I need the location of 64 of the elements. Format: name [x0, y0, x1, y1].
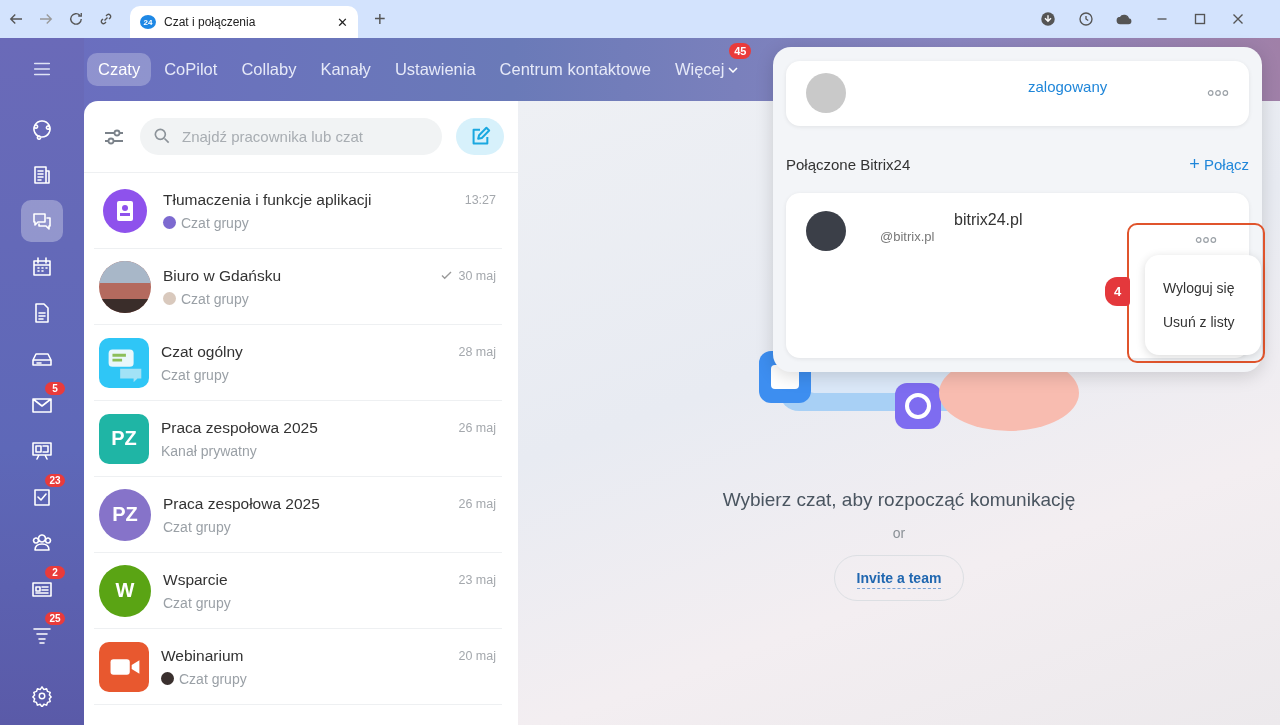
nav-tab[interactable]: Collaby [230, 53, 308, 86]
initials-avatar: W [99, 564, 151, 617]
browser-tab[interactable]: 24 Czat i połączenia ✕ [130, 6, 358, 38]
search-field[interactable]: Znajdź pracownika lub czat [140, 118, 442, 155]
nav-tab[interactable]: Kanały [309, 53, 382, 86]
chat-subtitle: Czat grupy [163, 594, 231, 611]
chat-subtitle: Czat grupy [161, 366, 229, 383]
chat-list-item[interactable]: Biuro w Gdańsku 30 maj Czat grupy [94, 249, 502, 325]
chat-date: 20 maj [458, 648, 497, 663]
separator-text: or [892, 525, 906, 541]
count-badge: 5 [45, 382, 65, 395]
chat-name: Biuro w Gdańsku [163, 266, 283, 285]
chat-date: 26 maj [458, 420, 497, 435]
chat-date: 26 maj [458, 496, 497, 511]
chat-name: Webinarium [161, 646, 245, 665]
avatar-placeholder [806, 210, 846, 251]
chat-list-item[interactable]: PZ Praca zespołowa 2025 26 maj Kanał prywatny [94, 401, 502, 477]
count-badge: 23 [45, 474, 65, 487]
count-badge: 2 [45, 566, 65, 579]
chat-name: Wsparcie [163, 570, 229, 589]
count-badge: 45 [729, 43, 752, 59]
search-icon [152, 126, 172, 146]
menu-item[interactable]: Usuń z listy [1163, 314, 1261, 330]
chat-subtitle: Czat grupy [179, 670, 247, 687]
portal-name: bitrix24.pl [954, 210, 1023, 229]
nav-tab[interactable]: CoPilot [153, 53, 229, 86]
chat-date: 30 maj [458, 268, 497, 283]
initials-avatar: PZ [99, 413, 149, 464]
chat-name: Tłumaczenia i funkcje aplikacji [163, 190, 373, 209]
close-tab-button[interactable]: ✕ [337, 14, 348, 30]
count-badge: 25 [45, 612, 65, 625]
chat-date: 28 maj [458, 344, 497, 359]
status-text: zalogowany [1028, 77, 1108, 95]
new-tab-button[interactable]: + [374, 7, 386, 31]
more-icon[interactable] [1195, 236, 1217, 244]
more-icon[interactable] [1207, 89, 1229, 98]
chat-subtitle: Czat grupy [181, 290, 249, 307]
chat-list-item[interactable]: Czat ogólny 28 maj Czat grupy [94, 325, 502, 401]
menu-item[interactable]: Wyloguj się [1163, 280, 1261, 296]
section-title: Połączone Bitrix24 [786, 155, 911, 173]
chat-subtitle: Czat grupy [163, 518, 231, 535]
tab-title: Czat i połączenia [164, 15, 257, 29]
chat-subtitle: Kanał prywatny [161, 442, 257, 459]
chat-list-item[interactable]: Webinarium 20 maj Czat grupy [94, 629, 502, 705]
initials-avatar: PZ [99, 488, 151, 541]
chat-list-item[interactable]: PZ Praca zespołowa 2025 26 maj Czat grupy [94, 477, 502, 553]
empty-state-message: Wybierz czat, aby rozpocząć komunikację [722, 489, 1076, 511]
chat-list-item[interactable]: Tłumaczenia i funkcje aplikacji 13:27 Czat grupy [94, 173, 502, 249]
avatar-placeholder [806, 73, 846, 114]
chat-date: 23 maj [458, 572, 497, 587]
chat-list-item[interactable]: W Wsparcie 23 maj Czat grupy [94, 553, 502, 629]
app-logo: 24 [140, 15, 156, 29]
chat-icon[interactable] [21, 200, 63, 242]
nav-tab[interactable]: Ustawienia [383, 53, 487, 86]
chat-name: Praca zespołowa 2025 [161, 418, 319, 437]
login-text: @bitrix.pl [880, 228, 936, 244]
new-chat-button[interactable] [456, 118, 504, 155]
chat-date: 13:27 [464, 192, 497, 207]
connect-link[interactable]: + Połącz [1189, 153, 1249, 175]
chat-name: Praca zespołowa 2025 [163, 494, 321, 513]
chat-name: Czat ogólny [161, 342, 244, 361]
settings-icon[interactable] [31, 685, 53, 707]
step-badge: 4 [1105, 277, 1130, 306]
chat-subtitle: Czat grupy [181, 214, 249, 231]
